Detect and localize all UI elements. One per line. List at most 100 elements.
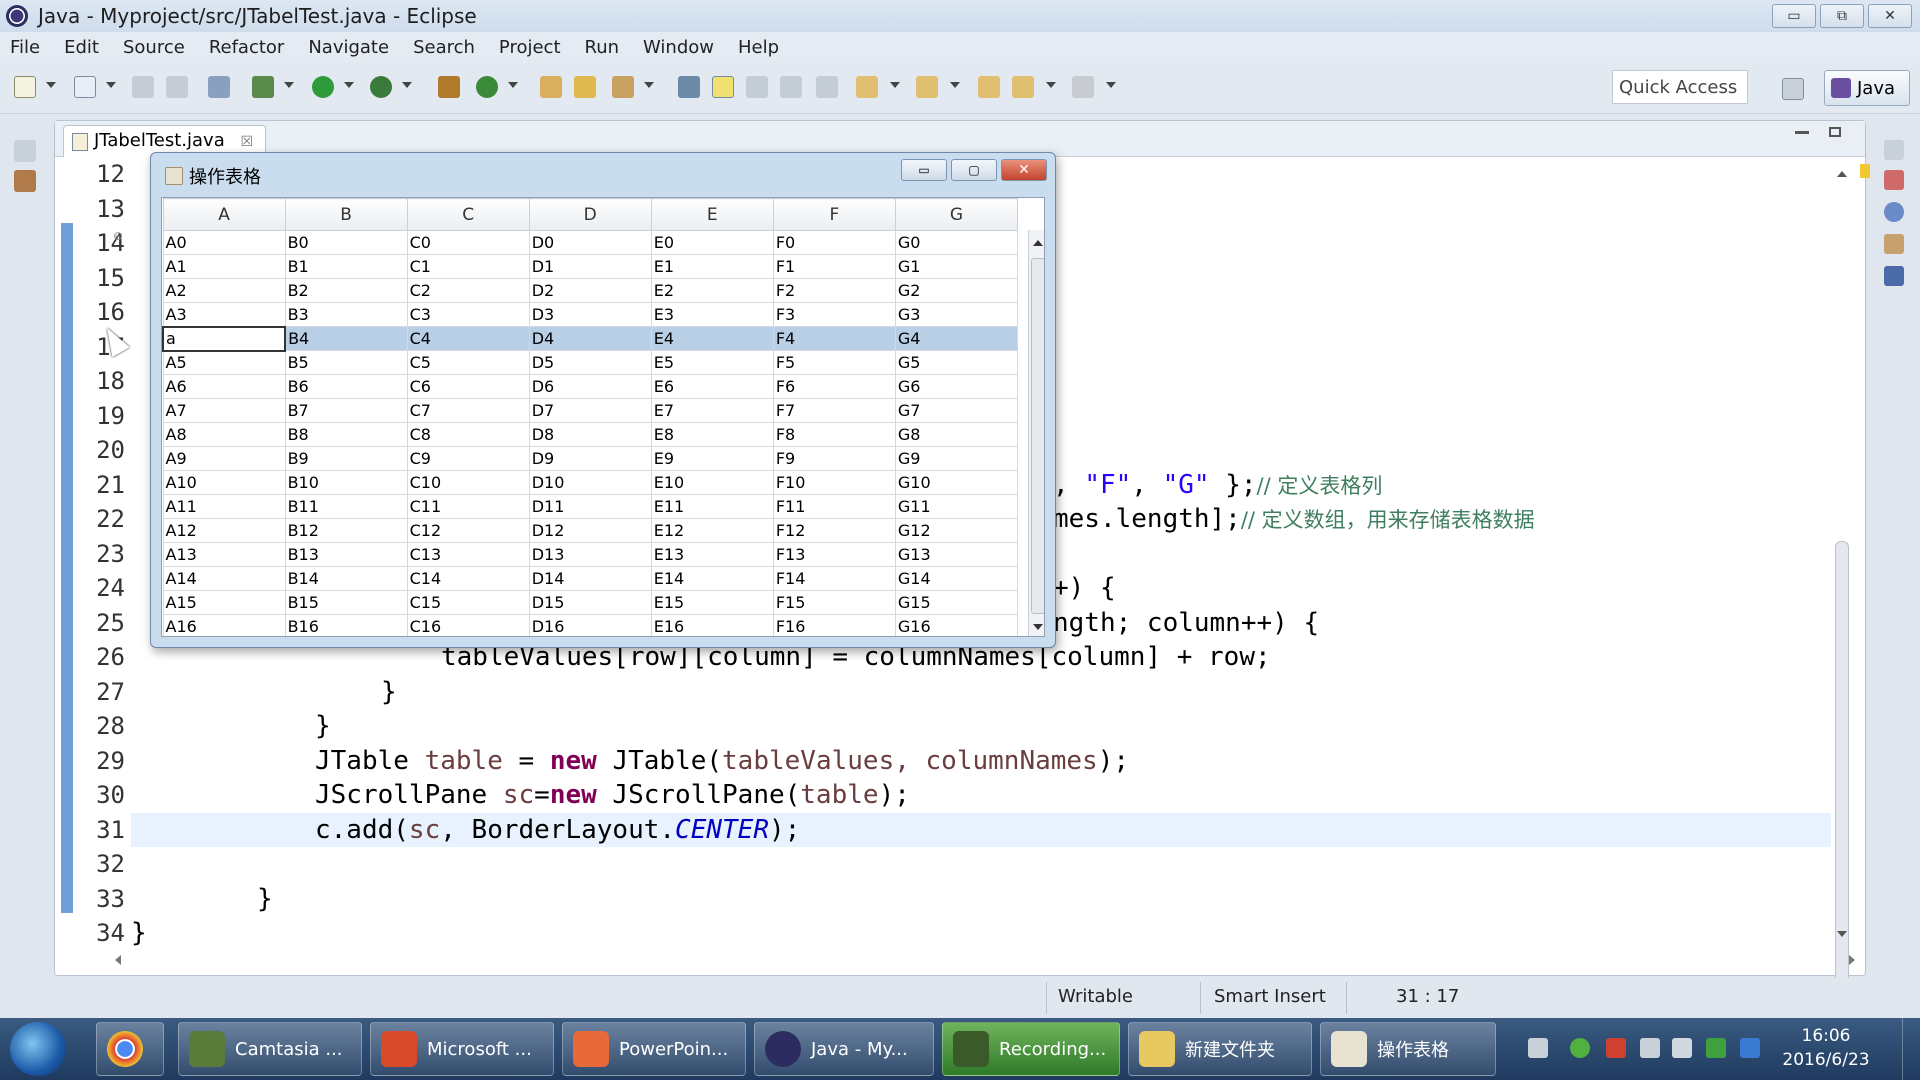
table-cell[interactable]: A9 — [162, 446, 286, 471]
table-cell[interactable]: D2 — [528, 278, 652, 303]
table-cell[interactable]: A8 — [162, 422, 286, 447]
table-cell[interactable]: F13 — [772, 542, 896, 567]
scroll-left-icon[interactable] — [115, 955, 121, 965]
table-row[interactable]: A16 B16 C16 D16 E16 F16 G16 — [162, 614, 1019, 636]
forward-icon[interactable] — [1072, 76, 1094, 98]
scroll-thumb[interactable] — [1835, 541, 1849, 1021]
menu-file[interactable]: File — [10, 37, 40, 58]
table-cell[interactable]: D8 — [528, 422, 652, 447]
show-desktop-button[interactable] — [1902, 1018, 1920, 1080]
table-cell[interactable]: A2 — [162, 278, 286, 303]
menu-project[interactable]: Project — [499, 37, 561, 58]
table-vertical-scrollbar[interactable] — [1028, 230, 1044, 636]
outline-icon[interactable] — [1884, 170, 1904, 190]
table-cell[interactable]: F7 — [772, 398, 896, 423]
table-cell[interactable]: E13 — [650, 542, 774, 567]
back-icon[interactable] — [1012, 76, 1034, 98]
menu-source[interactable]: Source — [123, 37, 185, 58]
table-row[interactable]: A13 B13 C13 D13 E13 F13 G13 — [162, 542, 1019, 567]
table-scroll-up-icon[interactable] — [1033, 240, 1043, 246]
table-cell[interactable]: B2 — [284, 278, 408, 303]
table-cell[interactable]: E11 — [650, 494, 774, 519]
table-cell[interactable]: C0 — [406, 230, 530, 255]
table-cell[interactable]: D10 — [528, 470, 652, 495]
table-cell[interactable]: A5 — [162, 350, 286, 375]
new-dropdown-icon[interactable] — [46, 82, 56, 88]
table-cell[interactable]: A13 — [162, 542, 286, 567]
table-row[interactable]: A0 B0 C0 D0 E0 F0 G0 — [162, 230, 1019, 255]
table-cell[interactable]: B14 — [284, 566, 408, 591]
table-cell[interactable]: E7 — [650, 398, 774, 423]
table-cell[interactable]: E14 — [650, 566, 774, 591]
table-cell[interactable]: G14 — [894, 566, 1019, 591]
table-cell[interactable]: G16 — [894, 614, 1019, 636]
table-row[interactable]: A1 B1 C1 D1 E1 F1 G1 — [162, 254, 1019, 279]
table-cell[interactable]: G11 — [894, 494, 1019, 519]
declaration-icon[interactable] — [1884, 234, 1904, 254]
restore-button[interactable]: ⧉ — [1820, 4, 1864, 28]
table-cell[interactable]: C16 — [406, 614, 530, 636]
table-cell[interactable]: A3 — [162, 302, 286, 327]
table-cell[interactable]: A6 — [162, 374, 286, 399]
run-icon[interactable] — [312, 76, 334, 98]
dialog-minimize-button[interactable]: ▭ — [901, 159, 947, 181]
table-cell[interactable]: D3 — [528, 302, 652, 327]
table-cell[interactable]: E12 — [650, 518, 774, 543]
table-cell[interactable]: F5 — [772, 350, 896, 375]
maximize-editor-icon[interactable] — [1829, 127, 1841, 137]
table-cell[interactable]: C1 — [406, 254, 530, 279]
table-cell[interactable]: C5 — [406, 350, 530, 375]
table-cell[interactable]: D15 — [528, 590, 652, 615]
run-external-icon[interactable] — [370, 76, 392, 98]
restore-view-icon[interactable] — [1884, 140, 1904, 160]
taskbar-microsoft-button[interactable]: Microsoft ... — [370, 1022, 554, 1076]
table-cell[interactable]: A16 — [162, 614, 286, 636]
table-cell[interactable]: E4 — [650, 326, 774, 351]
menu-help[interactable]: Help — [738, 37, 779, 58]
table-cell[interactable]: E8 — [650, 422, 774, 447]
previous-annotation-icon[interactable] — [916, 76, 938, 98]
menu-window[interactable]: Window — [643, 37, 714, 58]
table-cell[interactable]: F2 — [772, 278, 896, 303]
table-cell[interactable]: E5 — [650, 350, 774, 375]
next-annotation-dropdown-icon[interactable] — [890, 82, 900, 88]
table-cell[interactable]: B15 — [284, 590, 408, 615]
table-cell[interactable]: C7 — [406, 398, 530, 423]
new-java-class-icon[interactable] — [438, 76, 460, 98]
menu-edit[interactable]: Edit — [64, 37, 99, 58]
table-cell[interactable]: C2 — [406, 278, 530, 303]
table-cell[interactable]: B6 — [284, 374, 408, 399]
table-cell[interactable]: F3 — [772, 302, 896, 327]
table-cell[interactable]: C6 — [406, 374, 530, 399]
table-cell[interactable]: E2 — [650, 278, 774, 303]
column-header-g[interactable]: G — [894, 198, 1019, 231]
debug-dropdown-icon[interactable] — [284, 82, 294, 88]
column-header-d[interactable]: D — [528, 198, 652, 231]
keyboard-icon[interactable] — [1528, 1038, 1548, 1058]
table-cell[interactable]: F4 — [772, 326, 896, 351]
table-cell[interactable]: D13 — [528, 542, 652, 567]
debug-icon[interactable] — [252, 76, 274, 98]
scroll-right-icon[interactable] — [1849, 955, 1855, 965]
table-cell[interactable]: B5 — [284, 350, 408, 375]
menu-run[interactable]: Run — [585, 37, 620, 58]
mark-occurrences-icon[interactable] — [712, 76, 734, 98]
editor-vertical-scrollbar[interactable] — [1833, 161, 1851, 1021]
console-icon[interactable] — [1884, 266, 1904, 286]
shield-icon[interactable] — [1706, 1038, 1726, 1058]
table-cell[interactable]: A7 — [162, 398, 286, 423]
table-cell[interactable]: G7 — [894, 398, 1019, 423]
scroll-up-icon[interactable] — [1837, 171, 1847, 177]
table-cell[interactable]: G1 — [894, 254, 1019, 279]
table-cell[interactable]: B16 — [284, 614, 408, 636]
search-icon[interactable] — [612, 76, 634, 98]
start-button[interactable] — [10, 1022, 66, 1076]
table-cell[interactable]: G13 — [894, 542, 1019, 567]
minimize-editor-icon[interactable] — [1795, 131, 1809, 134]
table-cell[interactable]: F10 — [772, 470, 896, 495]
table-cell[interactable]: F0 — [772, 230, 896, 255]
table-row[interactable]: A11 B11 C11 D11 E11 F11 G11 — [162, 494, 1019, 519]
table-cell[interactable]: F9 — [772, 446, 896, 471]
table-cell[interactable]: B3 — [284, 302, 408, 327]
table-cell[interactable]: F6 — [772, 374, 896, 399]
